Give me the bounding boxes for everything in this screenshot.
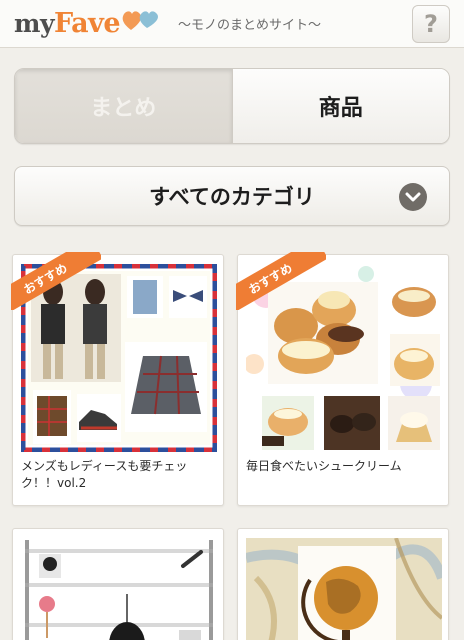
logo-fave-text: Fave [54, 8, 120, 39]
app-header: my Fave 〜モノのまとめサイト〜 ? [0, 0, 464, 48]
hearts-icon [121, 6, 161, 32]
view-tabs: まとめ 商品 [14, 68, 450, 144]
help-icon: ? [424, 10, 438, 38]
tagline: 〜モノのまとめサイト〜 [178, 14, 321, 33]
tab-matome[interactable]: まとめ [15, 69, 233, 143]
recommend-badge: おすすめ [236, 252, 326, 310]
matome-card[interactable]: おすすめ [12, 254, 224, 506]
logo-my-text: my [14, 9, 54, 38]
tab-products-label: 商品 [319, 90, 363, 122]
recommend-badge-label: おすすめ [236, 252, 326, 310]
category-select[interactable]: すべてのカテゴリ [14, 166, 450, 226]
matome-card[interactable] [12, 528, 224, 640]
card-image-gadgets [21, 538, 217, 640]
recommend-badge: おすすめ [11, 252, 101, 310]
card-title: メンズもレディースも要チェック！！vol.2 [21, 458, 217, 492]
card-title: 毎日食べたいシュークリーム [246, 458, 442, 475]
recommend-badge-label: おすすめ [11, 252, 101, 310]
chevron-down-icon [399, 183, 427, 211]
tab-products[interactable]: 商品 [233, 69, 450, 143]
matome-card[interactable] [237, 528, 449, 640]
help-button[interactable]: ? [412, 5, 450, 43]
tab-matome-label: まとめ [90, 90, 156, 122]
category-label: すべてのカテゴリ [149, 181, 315, 211]
card-image-globe [246, 538, 442, 640]
matome-card[interactable]: おすすめ [237, 254, 449, 506]
logo[interactable]: my Fave [14, 6, 161, 40]
